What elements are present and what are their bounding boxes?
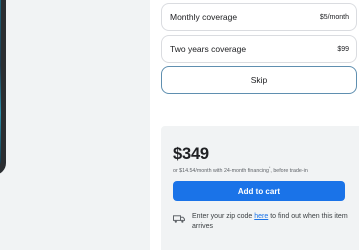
phone-screen-image: [0, 0, 1, 170]
delivery-text-prefix: Enter your zip code: [192, 213, 255, 220]
skip-label: Skip: [250, 75, 268, 85]
truck-icon: [173, 215, 185, 223]
delivery-text: Enter your zip code here to find out whe…: [192, 212, 352, 232]
add-to-cart-label: Add to cart: [237, 186, 281, 196]
coverage-option-two-years[interactable]: Two years coverage $99: [161, 35, 357, 63]
product-price: $349: [173, 145, 209, 163]
add-to-cart-button[interactable]: Add to cart: [173, 181, 345, 201]
zip-code-link[interactable]: here: [254, 213, 268, 220]
financing-text-tail: , before trade-in: [270, 167, 308, 174]
financing-text: or $14.54/month with 24-month financing*…: [173, 166, 308, 174]
financing-text-main: or $14.54/month with 24-month financing: [173, 167, 269, 174]
coverage-option-price: $99: [337, 45, 349, 53]
coverage-option-label: Monthly coverage: [170, 12, 238, 22]
purchase-panel: $349 or $14.54/month with 24-month finan…: [161, 126, 359, 250]
product-page: Monthly coverage $5/month Two years cove…: [0, 0, 359, 250]
skip-coverage-button[interactable]: Skip: [161, 66, 357, 94]
coverage-option-price: $5/month: [319, 13, 349, 21]
product-image-area: [0, 0, 150, 250]
purchase-column: Monthly coverage $5/month Two years cove…: [161, 0, 359, 250]
coverage-option-monthly[interactable]: Monthly coverage $5/month: [161, 3, 357, 31]
coverage-option-label: Two years coverage: [170, 44, 247, 54]
